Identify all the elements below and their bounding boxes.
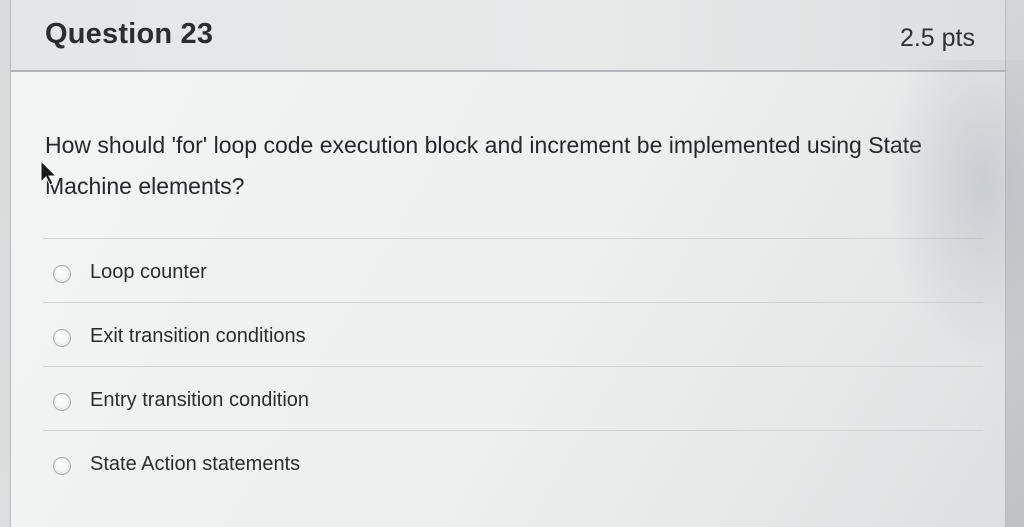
answer-option-entry-transition-condition[interactable]: Entry transition condition: [43, 367, 983, 430]
question-card: Question 23 2.5 pts How should 'for' loo…: [10, 0, 1006, 527]
answer-label[interactable]: Exit transition conditions: [90, 325, 306, 348]
answer-label[interactable]: Loop counter: [90, 261, 207, 284]
mouse-pointer-icon: [40, 160, 58, 186]
radio-button-icon[interactable]: [53, 329, 71, 347]
answer-list: Loop counter Exit transition conditions …: [43, 238, 983, 494]
radio-button-icon[interactable]: [53, 457, 71, 475]
answer-option-loop-counter[interactable]: Loop counter: [43, 239, 983, 302]
radio-button-icon[interactable]: [53, 393, 71, 411]
question-text: How should 'for' loop code execution blo…: [45, 132, 922, 199]
quiz-page: Question 23 2.5 pts How should 'for' loo…: [0, 0, 1024, 527]
answer-label[interactable]: State Action statements: [90, 453, 300, 476]
radio-button-icon[interactable]: [53, 265, 71, 283]
question-points: 2.5 pts: [899, 24, 975, 52]
question-title: Question 23: [45, 18, 214, 50]
answer-label[interactable]: Entry transition condition: [90, 389, 309, 412]
answer-option-state-action-statements[interactable]: State Action statements: [43, 431, 983, 494]
question-header: Question 23 2.5 pts: [11, 0, 1005, 72]
answer-option-exit-transition-conditions[interactable]: Exit transition conditions: [43, 303, 983, 366]
